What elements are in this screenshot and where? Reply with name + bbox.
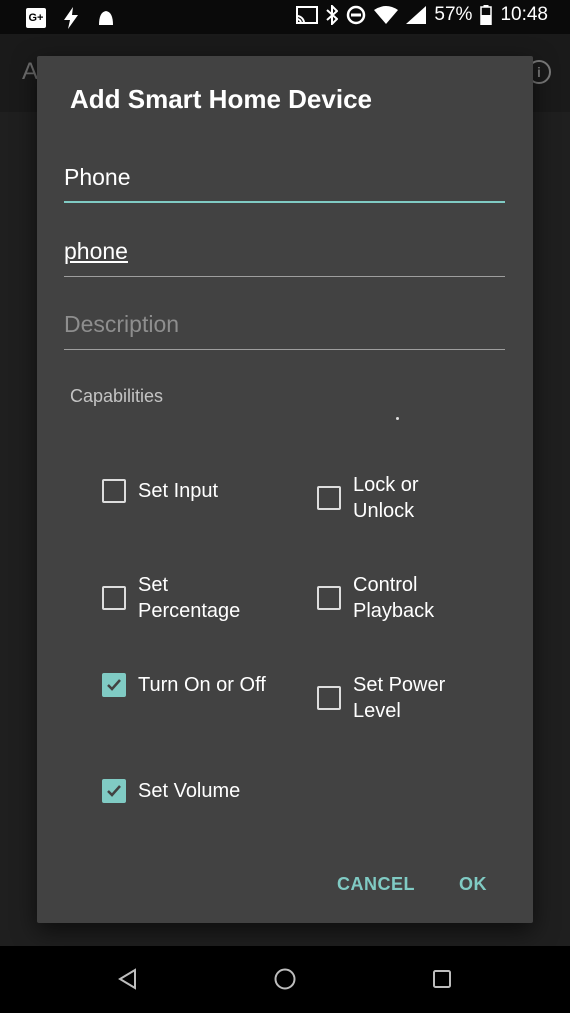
device-id-underline bbox=[64, 276, 505, 277]
capability-set-volume[interactable]: Set Volume bbox=[102, 778, 268, 804]
checkbox-icon[interactable] bbox=[317, 586, 341, 610]
capability-label: Set Percentage bbox=[138, 574, 241, 622]
checkbox-icon[interactable] bbox=[102, 673, 126, 697]
checkbox-icon[interactable] bbox=[102, 779, 126, 803]
capability-set-input[interactable]: Set Input bbox=[102, 478, 268, 504]
capability-lock-or-unlock[interactable]: Lock or Unlock bbox=[317, 472, 483, 524]
capability-label: Control Playback bbox=[353, 574, 435, 622]
battery-percent: 57% bbox=[434, 4, 473, 25]
capability-label: Lock or Unlock bbox=[353, 474, 419, 522]
capability-label: Set Input bbox=[138, 480, 219, 502]
checkbox-icon[interactable] bbox=[317, 486, 341, 510]
cast-icon bbox=[296, 6, 319, 24]
wifi-icon bbox=[374, 6, 399, 24]
background-app-title: A bbox=[22, 58, 39, 85]
capability-set-power-level[interactable]: Set Power Level bbox=[317, 672, 483, 724]
notification-blob-icon bbox=[99, 11, 113, 25]
capability-control-playback[interactable]: Control Playback bbox=[317, 572, 483, 624]
device-name-input[interactable] bbox=[64, 157, 505, 197]
description-input[interactable] bbox=[64, 304, 505, 344]
flash-icon bbox=[64, 7, 78, 29]
cancel-button[interactable]: CANCEL bbox=[337, 874, 415, 895]
capability-turn-on-or-off[interactable]: Turn On or Off bbox=[102, 672, 268, 698]
description-field bbox=[64, 304, 505, 350]
device-name-field bbox=[64, 157, 505, 203]
navigation-bar bbox=[0, 946, 570, 1013]
back-icon[interactable] bbox=[117, 968, 137, 990]
home-icon[interactable] bbox=[274, 968, 296, 990]
do-not-disturb-icon bbox=[347, 5, 366, 25]
device-id-input[interactable] bbox=[64, 231, 505, 271]
bluetooth-icon bbox=[326, 5, 339, 25]
ok-button[interactable]: OK bbox=[459, 874, 487, 895]
checkbox-icon[interactable] bbox=[102, 479, 126, 503]
checkbox-icon[interactable] bbox=[102, 586, 126, 610]
capability-label: Set Power Level bbox=[353, 674, 446, 722]
clock: 10:48 bbox=[500, 4, 548, 25]
description-underline bbox=[64, 349, 505, 350]
battery-icon bbox=[480, 5, 493, 25]
dialog-title: Add Smart Home Device bbox=[70, 84, 372, 114]
google-plus-icon: G+ bbox=[26, 8, 46, 28]
add-device-dialog: Add Smart Home Device Capabilities Set I… bbox=[37, 56, 533, 923]
signal-icon bbox=[406, 6, 427, 24]
checkbox-icon[interactable] bbox=[317, 686, 341, 710]
status-bar: G+ 57% 10:48 bbox=[0, 0, 570, 34]
recents-icon[interactable] bbox=[432, 969, 452, 989]
decorative-dot bbox=[396, 417, 399, 420]
device-id-field bbox=[64, 231, 505, 277]
capability-label: Turn On or Off bbox=[138, 674, 266, 696]
capability-label: Set Volume bbox=[138, 780, 241, 802]
capabilities-label: Capabilities bbox=[70, 386, 164, 406]
device-name-underline bbox=[64, 201, 505, 203]
capability-set-percentage[interactable]: Set Percentage bbox=[102, 572, 268, 624]
